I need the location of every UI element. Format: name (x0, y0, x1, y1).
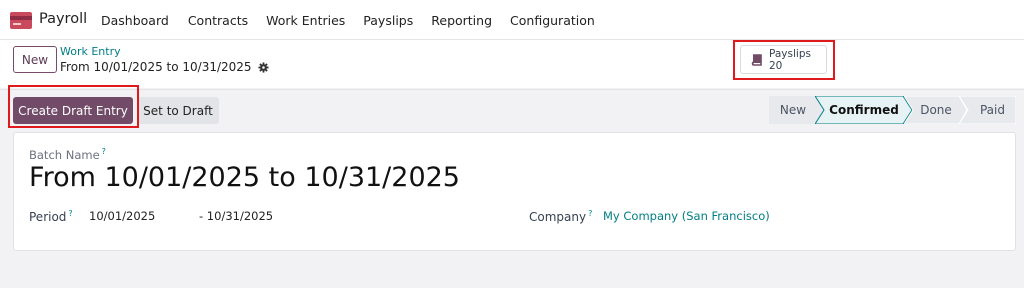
payslips-label: Payslips (769, 48, 811, 60)
company-field[interactable]: My Company (San Francisco) (603, 209, 770, 223)
top-navbar: Payroll Dashboard Contracts Work Entries… (0, 0, 1024, 40)
menu-reporting[interactable]: Reporting (431, 13, 492, 28)
period-label-text: Period (29, 210, 67, 224)
stage-new-label: New (779, 103, 807, 117)
menu-configuration[interactable]: Configuration (510, 13, 595, 28)
batch-name-field[interactable]: From 10/01/2025 to 10/31/2025 (29, 162, 460, 193)
stage-paid-label: Paid (979, 103, 1005, 117)
period-help-icon[interactable]: ? (68, 209, 72, 218)
set-to-draft-button[interactable]: Set to Draft (137, 97, 219, 124)
status-stages: New Confirmed Done Paid (769, 96, 1016, 124)
gear-icon[interactable] (258, 61, 269, 73)
app-name[interactable]: Payroll (39, 11, 87, 27)
menu-contracts[interactable]: Contracts (188, 13, 248, 28)
company-label-text: Company (529, 210, 587, 224)
company-help-icon[interactable]: ? (588, 209, 592, 218)
form-sheet: Batch Name? From 10/01/2025 to 10/31/202… (13, 132, 1016, 251)
breadcrumb-current-label: From 10/01/2025 to 10/31/2025 (60, 60, 252, 74)
menu-dashboard[interactable]: Dashboard (101, 13, 169, 28)
stage-confirmed[interactable]: Confirmed (815, 96, 913, 124)
breadcrumb-parent[interactable]: Work Entry (60, 45, 121, 58)
main-menu: Dashboard Contracts Work Entries Payslip… (101, 13, 595, 28)
period-label: Period? (29, 209, 73, 224)
status-bar: Create Draft Entry Set to Draft New Conf… (0, 89, 1024, 130)
company-label: Company? (529, 209, 592, 224)
stage-confirmed-label: Confirmed (829, 103, 899, 117)
menu-payslips[interactable]: Payslips (363, 13, 413, 28)
create-draft-entry-button[interactable]: Create Draft Entry (13, 97, 133, 124)
stage-paid[interactable]: Paid (959, 96, 1016, 124)
payroll-app-icon[interactable] (10, 12, 32, 29)
stage-done-label: Done (920, 103, 952, 117)
control-panel: New Work Entry From 10/01/2025 to 10/31/… (0, 40, 1024, 88)
period-end-field[interactable]: - 10/31/2025 (199, 209, 273, 223)
batch-name-label: Batch Name? (29, 147, 106, 162)
breadcrumb-current: From 10/01/2025 to 10/31/2025 (60, 60, 269, 74)
batch-name-help-icon[interactable]: ? (102, 147, 106, 156)
new-button[interactable]: New (13, 46, 57, 73)
payslips-count: 20 (769, 60, 783, 72)
payslips-smart-button[interactable]: Payslips 20 (740, 45, 827, 74)
batch-name-label-text: Batch Name (29, 147, 100, 162)
period-start-field[interactable]: 10/01/2025 (89, 209, 155, 223)
book-icon (751, 54, 762, 66)
menu-work-entries[interactable]: Work Entries (266, 13, 345, 28)
